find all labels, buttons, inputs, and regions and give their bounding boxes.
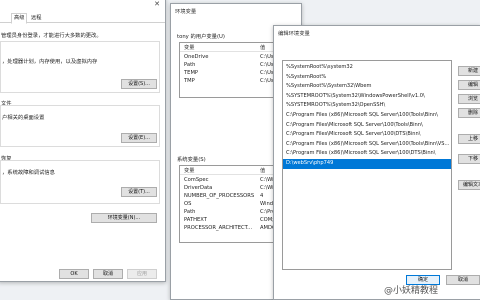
apply-button[interactable]: 应用 <box>127 269 157 279</box>
variable-name: PROCESSOR_ARCHITECT... <box>184 225 253 231</box>
performance-text: ，处理器计划，内存使用，以及虚拟内存 <box>2 59 98 65</box>
user-variables-label: tony 的用户变量(U) <box>177 34 225 40</box>
variable-name: NUMBER_OF_PROCESSORS <box>184 193 255 199</box>
column-variable: 变量 <box>184 45 195 51</box>
startup-group <box>0 160 160 204</box>
variable-name: TEMP <box>184 70 199 76</box>
edit-text-button[interactable]: 编辑文本 <box>458 180 480 190</box>
move-down-button[interactable]: 下移 <box>458 154 480 164</box>
dialog-title: 编辑环境变量 <box>278 31 310 37</box>
tab-remote[interactable]: 远程 <box>29 14 43 23</box>
variable-name: Path <box>184 209 196 215</box>
tab-hardware[interactable] <box>1 14 5 23</box>
variable-name: OS <box>184 201 192 207</box>
new-button[interactable]: 新建 <box>458 66 480 76</box>
path-entry[interactable]: C:\Program Files\Microsoft SQL Server\10… <box>283 121 451 131</box>
path-entry[interactable]: %SYSTEMROOT%\System32\WindowsPowerShell\… <box>283 92 451 102</box>
column-variable: 变量 <box>184 168 195 174</box>
environment-variables-button[interactable]: 环境变量(N)... <box>91 213 157 223</box>
profiles-text: 户相关的桌面设置 <box>2 115 45 121</box>
edit-button[interactable]: 编辑 <box>458 80 480 90</box>
startup-text: ，系统故障和调试信息 <box>2 170 55 176</box>
tab-advanced[interactable]: 高级 <box>11 13 28 24</box>
path-list[interactable]: %SystemRoot%\system32 %SystemRoot% %System… <box>282 60 452 270</box>
path-entry[interactable]: C:\Program Files (x86)\Microsoft SQL Ser… <box>283 140 451 150</box>
path-entry[interactable]: %SystemRoot%\system32 <box>283 63 451 73</box>
variable-name: PATHEXT <box>184 217 207 223</box>
admin-note: 管理员身份登录，才能进行大多数的更改。 <box>1 33 102 39</box>
variable-name: TMP <box>184 78 195 84</box>
titlebar: 编辑环境变量 <box>274 26 480 38</box>
watermark: @小妖精教程 <box>384 286 439 296</box>
path-entry[interactable]: D:\webSrv\php749 <box>283 159 451 169</box>
path-entry[interactable]: %SystemRoot% <box>283 73 451 83</box>
path-entry[interactable]: C:\Program Files\Microsoft SQL Server\10… <box>283 130 451 140</box>
performance-settings-button[interactable]: 设置(S)... <box>121 79 157 89</box>
titlebar: 环境变量 <box>171 4 301 16</box>
path-entry[interactable]: %SYSTEMROOT%\System32\OpenSSH\ <box>283 101 451 111</box>
close-icon[interactable]: ✕ <box>152 0 162 9</box>
profiles-settings-button[interactable]: 设置(E)... <box>121 133 157 143</box>
column-value: 值 <box>260 45 266 51</box>
tab-strip: 高级 远程 <box>0 13 165 24</box>
edit-environment-variable-dialog: 编辑环境变量 %SystemRoot%\system32 %SystemRoot%… <box>273 25 480 300</box>
move-up-button[interactable]: 上移 <box>458 134 480 144</box>
system-properties-window: ✕ 高级 远程 管理员身份登录，才能进行大多数的更改。 ，处理器计划，内存使用，… <box>0 0 166 282</box>
system-variables-label: 系统变量(S) <box>177 157 206 163</box>
window-title: 环境变量 <box>175 9 197 15</box>
browse-button[interactable]: 浏览 <box>458 94 480 104</box>
startup-settings-button[interactable]: 设置(T)... <box>121 187 157 197</box>
path-entry[interactable]: C:\Program Files (x86)\Microsoft SQL Ser… <box>283 111 451 121</box>
variable-name: DriverData <box>184 185 213 191</box>
column-value: 值 <box>260 168 266 174</box>
ok-button[interactable]: OK <box>59 269 89 279</box>
variable-name: Path <box>184 62 196 68</box>
path-entry[interactable]: %SystemRoot%\System32\Wbem <box>283 82 451 92</box>
variable-name: ComSpec <box>184 177 209 183</box>
delete-button[interactable]: 删除 <box>458 108 480 118</box>
variable-name: OneDrive <box>184 54 209 60</box>
cancel-button[interactable]: 取消 <box>93 269 123 279</box>
path-entry[interactable]: C:\Program Files (x86)\Microsoft SQL Ser… <box>283 149 451 159</box>
cancel-button[interactable]: 取消 <box>446 275 480 285</box>
